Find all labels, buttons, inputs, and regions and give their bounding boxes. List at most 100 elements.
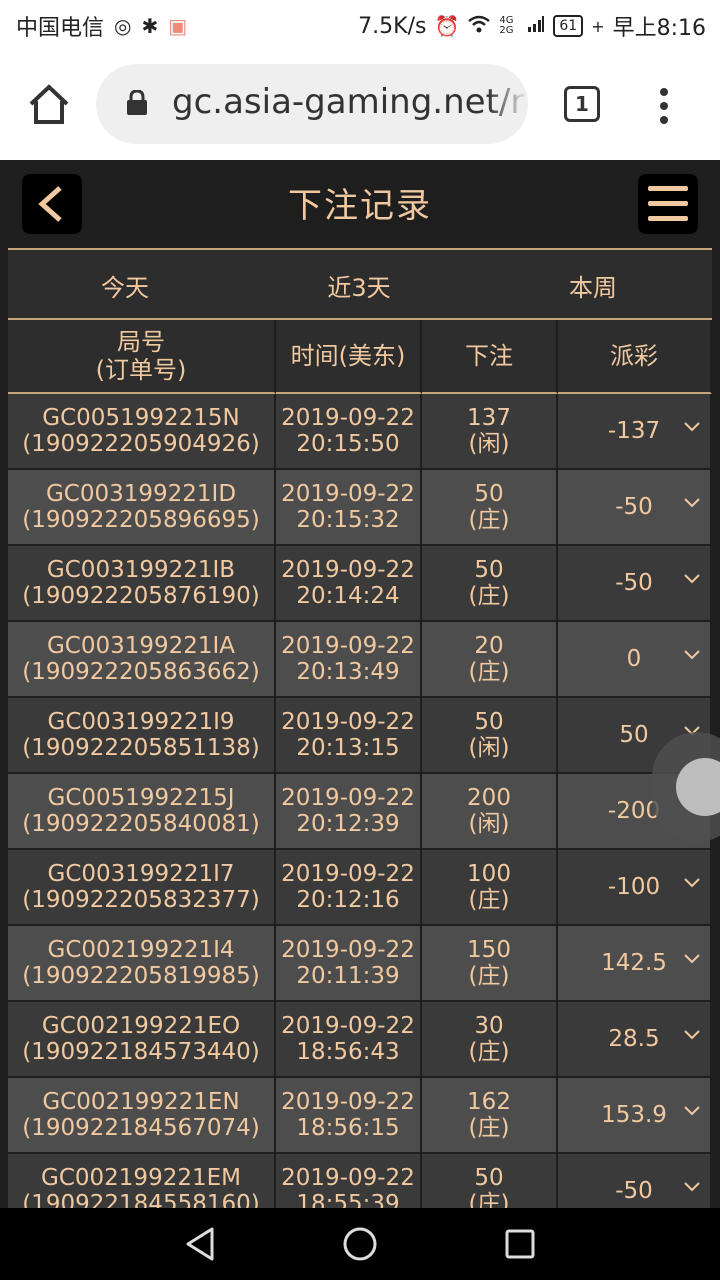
table-row[interactable]: GC003199221I9 (190922205851138) 2019-09-22… [8, 698, 712, 774]
round-cell: GC003199221I9 (190922205851138) [8, 698, 276, 774]
chevron-down-icon[interactable] [684, 422, 700, 432]
overflow-menu-icon[interactable] [652, 84, 676, 128]
bet-side: (庄) [468, 963, 510, 989]
nav-recents-icon[interactable] [504, 1228, 536, 1260]
payout-value: 142.5 [601, 950, 667, 976]
round-id: GC003199221I7 [47, 861, 235, 887]
bet-side: (庄) [468, 659, 510, 685]
round-id: GC003199221I9 [47, 709, 235, 735]
round-cell: GC002199221EM (190922184558160) [8, 1154, 276, 1208]
bet-amount: 150 [467, 937, 511, 963]
chevron-down-icon[interactable] [684, 954, 700, 964]
bet-amount: 50 [474, 709, 504, 735]
tab-switcher-button[interactable]: 1 [564, 86, 600, 122]
battery-icon: 61 [553, 15, 584, 37]
table-row[interactable]: GC003199221I7 (190922205832377) 2019-09-22… [8, 850, 712, 926]
order-id: (190922205832377) [22, 887, 260, 913]
carrier-label: 中国电信 [16, 16, 105, 41]
tab-today[interactable]: 今天 [8, 268, 242, 303]
table-row[interactable]: GC002199221I4 (190922205819985) 2019-09-22… [8, 926, 712, 1002]
clock: 早上8:16 [612, 16, 706, 41]
bet-date: 2019-09-22 [281, 709, 415, 735]
order-id: (190922205896695) [22, 507, 260, 533]
table-row[interactable]: GC003199221IA (190922205863662) 2019-09-22… [8, 622, 712, 698]
chevron-down-icon[interactable] [684, 498, 700, 508]
order-id: (190922205904926) [22, 431, 260, 457]
nav-home-icon[interactable] [342, 1226, 378, 1262]
bet-time: 20:14:24 [296, 583, 400, 609]
floating-assistive-button[interactable] [652, 732, 720, 842]
time-cell: 2019-09-22 20:13:49 [276, 622, 422, 698]
round-cell: GC002199221I4 (190922205819985) [8, 926, 276, 1002]
chevron-down-icon[interactable] [684, 574, 700, 584]
time-cell: 2019-09-22 20:13:15 [276, 698, 422, 774]
time-cell: 2019-09-22 20:11:39 [276, 926, 422, 1002]
chevron-down-icon[interactable] [684, 1106, 700, 1116]
order-id: (190922205819985) [22, 963, 260, 989]
menu-button[interactable] [638, 174, 698, 234]
round-cell: GC0051992215J (190922205840081) [8, 774, 276, 850]
chevron-down-icon[interactable] [684, 878, 700, 888]
bet-cell: 50 (庄) [422, 546, 558, 622]
app-notification-icon: ✱ [141, 14, 159, 38]
bet-side: (庄) [468, 507, 510, 533]
round-id: GC002199221EM [41, 1165, 241, 1191]
signal-icon [527, 14, 545, 38]
order-id: (190922184558160) [22, 1191, 260, 1208]
bet-cell: 162 (庄) [422, 1078, 558, 1154]
round-cell: GC003199221IB (190922205876190) [8, 546, 276, 622]
round-id: GC0051992215N [42, 405, 240, 431]
system-nav-bar [0, 1208, 720, 1280]
payout-cell: 153.9 [558, 1078, 712, 1154]
table-row[interactable]: GC0051992215N (190922205904926) 2019-09-22… [8, 394, 712, 470]
address-bar[interactable]: gc.asia-gaming.net/r [96, 64, 528, 144]
table-row[interactable]: GC002199221EN (190922184567074) 2019-09-22… [8, 1078, 712, 1154]
bet-time: 18:56:43 [296, 1039, 400, 1065]
chevron-down-icon[interactable] [684, 1182, 700, 1192]
bet-cell: 200 (闲) [422, 774, 558, 850]
bet-side: (庄) [468, 583, 510, 609]
bet-cell: 50 (庄) [422, 470, 558, 546]
bet-date: 2019-09-22 [281, 633, 415, 659]
order-id: (190922184567074) [22, 1115, 260, 1141]
net-speed: 7.5K/s [358, 13, 427, 39]
column-header-round: 局号 (订单号) [8, 320, 276, 394]
url-text: gc.asia-gaming.net/r [172, 82, 525, 122]
time-cell: 2019-09-22 18:55:39 [276, 1154, 422, 1208]
round-id: GC003199221ID [45, 481, 237, 507]
home-icon[interactable] [26, 82, 72, 128]
bet-date: 2019-09-22 [281, 861, 415, 887]
nav-back-icon[interactable] [182, 1226, 218, 1262]
tab-this-week[interactable]: 本周 [476, 268, 710, 303]
time-cell: 2019-09-22 20:14:24 [276, 546, 422, 622]
table-row[interactable]: GC003199221IB (190922205876190) 2019-09-22… [8, 546, 712, 622]
time-cell: 2019-09-22 20:12:39 [276, 774, 422, 850]
weibo-icon: ◎ [114, 14, 132, 38]
menu-icon [648, 186, 688, 191]
bet-date: 2019-09-22 [281, 785, 415, 811]
column-header-bet: 下注 [422, 320, 558, 394]
bet-date: 2019-09-22 [281, 405, 415, 431]
bet-time: 20:13:49 [296, 659, 400, 685]
bet-time: 20:15:32 [296, 507, 400, 533]
records-body: GC0051992215N (190922205904926) 2019-09-22… [8, 394, 712, 1208]
chevron-down-icon[interactable] [684, 1030, 700, 1040]
bet-time: 20:12:16 [296, 887, 400, 913]
bet-date: 2019-09-22 [281, 937, 415, 963]
payout-value: -50 [615, 1178, 653, 1204]
table-row[interactable]: GC0051992215J (190922205840081) 2019-09-22… [8, 774, 712, 850]
payout-cell: -50 [558, 546, 712, 622]
payout-value: 0 [626, 646, 642, 672]
tab-last-3-days[interactable]: 近3天 [242, 268, 476, 303]
bet-side: (庄) [468, 1039, 510, 1065]
bet-time: 18:55:39 [296, 1191, 400, 1208]
payout-value: -137 [607, 418, 661, 444]
column-header-payout: 派彩 [558, 320, 712, 394]
table-row[interactable]: GC002199221EO (190922184573440) 2019-09-22… [8, 1002, 712, 1078]
chevron-down-icon[interactable] [684, 650, 700, 660]
table-row[interactable]: GC002199221EM (190922184558160) 2019-09-22… [8, 1154, 712, 1208]
table-row[interactable]: GC003199221ID (190922205896695) 2019-09-22… [8, 470, 712, 546]
bet-cell: 137 (闲) [422, 394, 558, 470]
bet-cell: 150 (庄) [422, 926, 558, 1002]
time-cell: 2019-09-22 20:15:32 [276, 470, 422, 546]
